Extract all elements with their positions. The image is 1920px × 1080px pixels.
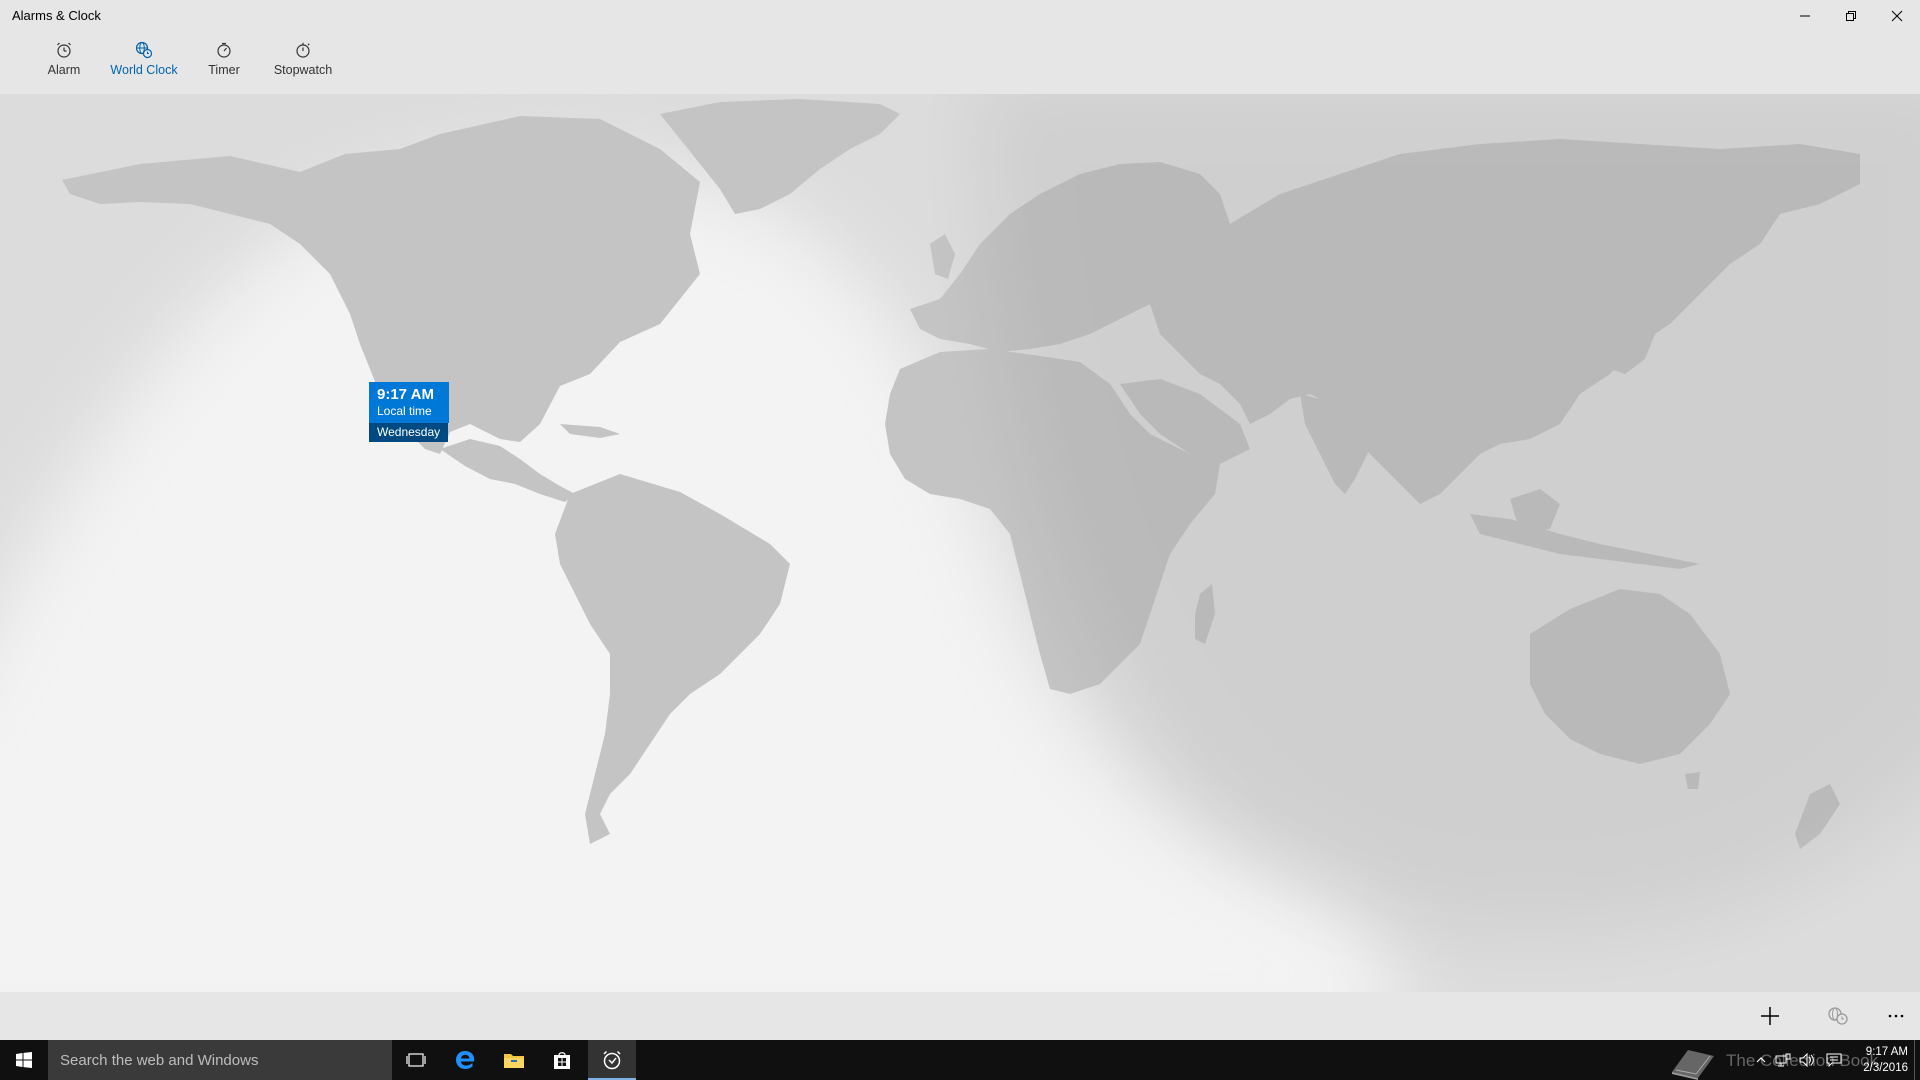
book-icon bbox=[1672, 1050, 1714, 1080]
taskbar-search-box[interactable]: Search the web and Windows bbox=[48, 1040, 392, 1080]
volume-button[interactable] bbox=[1796, 1040, 1818, 1080]
add-icon bbox=[1761, 1007, 1779, 1025]
file-explorer-button[interactable] bbox=[490, 1040, 538, 1080]
show-hidden-icons-button[interactable] bbox=[1752, 1040, 1770, 1080]
more-options-button[interactable] bbox=[1872, 992, 1920, 1040]
show-desktop-button[interactable] bbox=[1914, 1040, 1920, 1080]
timer-icon bbox=[215, 40, 233, 60]
tab-alarm[interactable]: Alarm bbox=[44, 40, 84, 92]
world-clock-icon bbox=[135, 40, 153, 60]
stopwatch-icon bbox=[294, 40, 312, 60]
uk-landmass bbox=[930, 234, 955, 279]
tab-bar: Alarm World Clock Timer Stopwatch bbox=[0, 32, 1920, 125]
network-button[interactable] bbox=[1772, 1040, 1794, 1080]
close-icon bbox=[1891, 10, 1903, 22]
store-icon bbox=[554, 1052, 570, 1069]
app-title: Alarms & Clock bbox=[12, 8, 101, 23]
clock-date: 2/3/2016 bbox=[1863, 1062, 1908, 1074]
file-explorer-icon bbox=[504, 1054, 524, 1068]
local-time-label: Local time bbox=[377, 404, 432, 418]
restore-icon bbox=[1846, 11, 1856, 21]
local-day-label: Wednesday bbox=[369, 423, 449, 442]
action-center-icon bbox=[1826, 1053, 1842, 1067]
tab-stopwatch-label: Stopwatch bbox=[273, 63, 333, 77]
local-time-marker[interactable]: 9:17 AM Local time Wednesday bbox=[369, 382, 449, 442]
taskbar-clock[interactable]: 9:17 AM 2/3/2016 bbox=[1850, 1044, 1908, 1076]
edge-icon bbox=[456, 1051, 475, 1069]
tab-alarm-label: Alarm bbox=[47, 63, 81, 77]
start-button[interactable] bbox=[0, 1040, 48, 1080]
windows-logo-icon bbox=[16, 1052, 32, 1068]
taskbar: Search the web and Windows The Collectio… bbox=[0, 1040, 1920, 1080]
volume-icon bbox=[1799, 1053, 1814, 1067]
task-view-button[interactable] bbox=[392, 1040, 440, 1080]
tab-world-clock[interactable]: World Clock bbox=[106, 40, 182, 92]
title-bar: Alarms & Clock bbox=[0, 0, 1920, 32]
search-placeholder: Search the web and Windows bbox=[60, 1051, 259, 1069]
command-bar bbox=[0, 992, 1920, 1040]
tab-stopwatch[interactable]: Stopwatch bbox=[271, 40, 335, 92]
alarm-clock-icon bbox=[55, 40, 73, 60]
edge-button[interactable] bbox=[441, 1040, 489, 1080]
local-time-card: 9:17 AM Local time bbox=[369, 382, 449, 423]
minimize-icon bbox=[1800, 15, 1810, 17]
compare-clocks-icon bbox=[1828, 1007, 1848, 1025]
network-icon bbox=[1775, 1053, 1791, 1067]
tab-world-clock-label: World Clock bbox=[110, 63, 178, 77]
more-icon bbox=[1888, 1014, 1904, 1018]
tab-timer-label: Timer bbox=[208, 63, 240, 77]
task-view-icon bbox=[406, 1053, 426, 1067]
tab-timer[interactable]: Timer bbox=[204, 40, 244, 92]
action-center-button[interactable] bbox=[1822, 1040, 1846, 1080]
compare-clocks-button[interactable] bbox=[1814, 992, 1862, 1040]
restore-button[interactable] bbox=[1828, 0, 1874, 32]
alarms-clock-taskbar-button[interactable] bbox=[588, 1040, 636, 1080]
clock-time: 9:17 AM bbox=[1865, 1046, 1908, 1058]
chevron-up-icon bbox=[1756, 1057, 1766, 1063]
local-time-value: 9:17 AM bbox=[377, 386, 434, 403]
minimize-button[interactable] bbox=[1782, 0, 1828, 32]
store-button[interactable] bbox=[538, 1040, 586, 1080]
world-map-graphic bbox=[0, 94, 1920, 992]
add-clock-button[interactable] bbox=[1746, 992, 1794, 1040]
close-button[interactable] bbox=[1874, 0, 1920, 32]
world-map[interactable]: 9:17 AM Local time Wednesday bbox=[0, 94, 1920, 992]
alarms-clock-app-icon bbox=[603, 1050, 621, 1070]
